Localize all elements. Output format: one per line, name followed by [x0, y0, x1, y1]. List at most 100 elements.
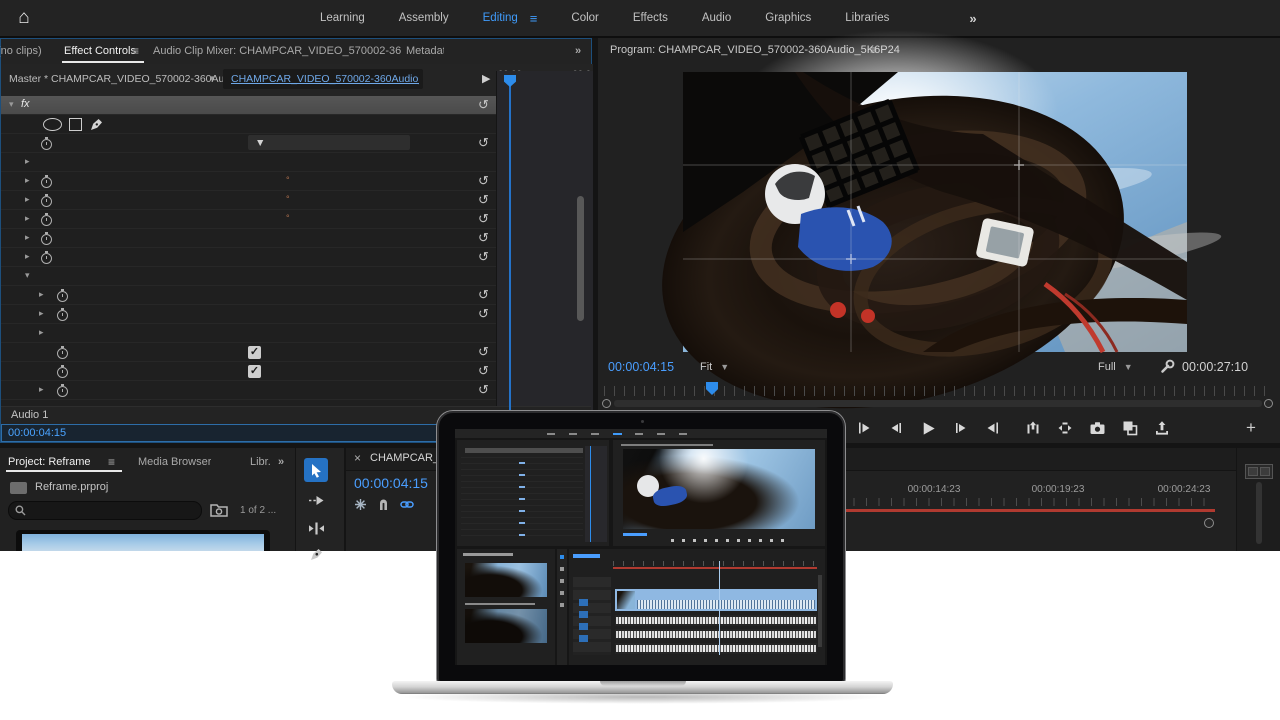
workspace-tab-editing[interactable]: Editing [483, 12, 518, 24]
effect-param-x-offset-camera[interactable]: ▸↺ [1, 286, 496, 305]
chevron-down-icon[interactable]: ▾ [25, 270, 30, 281]
chevron-right-icon[interactable]: ▸ [39, 327, 44, 338]
program-scrollbar[interactable] [614, 400, 1262, 407]
workspace-tab-color[interactable]: Color [571, 12, 598, 24]
stopwatch-icon[interactable] [41, 139, 52, 150]
reset-icon[interactable]: ↺ [478, 249, 489, 265]
reset-icon[interactable]: ↺ [478, 363, 489, 379]
stopwatch-icon[interactable] [41, 253, 52, 264]
reset-icon[interactable]: ↺ [478, 382, 489, 398]
zoom-level-select[interactable]: Fit▼ [700, 361, 729, 373]
search-bin-icon[interactable] [210, 502, 228, 517]
scrollbar-right-end[interactable] [1264, 399, 1273, 408]
project-file-name[interactable]: Reframe.prproj [35, 481, 108, 493]
button-editor-plus-icon[interactable]: + [1246, 418, 1256, 438]
reset-icon[interactable]: ↺ [478, 173, 489, 189]
workspace-tab-learning[interactable]: Learning [320, 12, 365, 24]
scrollbar-left-end[interactable] [602, 399, 611, 408]
workspace-tab-assembly[interactable]: Assembly [399, 12, 449, 24]
stopwatch-icon[interactable] [41, 177, 52, 188]
program-timecode[interactable]: 00:00:04:15 [608, 360, 674, 374]
reset-icon[interactable]: ↺ [478, 344, 489, 360]
stopwatch-icon[interactable] [57, 291, 68, 302]
effect-group-advanced-controls[interactable]: ▾ [1, 267, 496, 286]
effect-param-rotate-camera[interactable]: ▸°↺ [1, 210, 496, 229]
stopwatch-icon[interactable] [57, 348, 68, 359]
effect-group-source-operations[interactable]: ▸ [1, 153, 496, 172]
effect-param-lens-curve-camera[interactable]: ▸↺ [1, 229, 496, 248]
timeline-scrollbar-end[interactable] [1204, 518, 1214, 528]
tab-effect-controls[interactable]: Effect Controls [64, 39, 136, 63]
selection-tool[interactable] [304, 458, 328, 482]
lift-icon[interactable] [1025, 420, 1041, 436]
track-select-forward-tool[interactable] [304, 488, 328, 512]
effect-controls-scrollbar[interactable] [577, 196, 584, 321]
settings-wrench-icon[interactable] [1160, 359, 1175, 374]
timeline-timecode[interactable]: 00:00:04:15 [354, 475, 428, 491]
workspace-tab-audio[interactable]: Audio [702, 12, 731, 24]
chevron-right-icon[interactable]: ▸ [25, 251, 30, 262]
ripple-edit-tool[interactable] [304, 516, 328, 540]
step-back-icon[interactable] [888, 420, 904, 436]
chevron-right-icon[interactable]: ▸ [39, 289, 44, 300]
go-to-in-icon[interactable] [856, 420, 872, 436]
stopwatch-icon[interactable] [41, 234, 52, 245]
extract-icon[interactable] [1057, 420, 1073, 436]
effect-param-zoom-camera[interactable]: ▸↺ [1, 248, 496, 267]
workspace-menu-icon[interactable]: ≡ [530, 11, 538, 26]
timeline-vertical-scrollbar[interactable] [1256, 482, 1262, 544]
go-to-out-icon[interactable] [985, 420, 1001, 436]
nest-sequence-icon[interactable] [354, 498, 367, 511]
left-panel-overflow-chevron[interactable]: » [575, 39, 581, 63]
workspace-tab-graphics[interactable]: Graphics [765, 12, 811, 24]
chevron-right-icon[interactable]: ▸ [39, 308, 44, 319]
chevron-down-icon[interactable]: ▾ [9, 99, 14, 110]
step-forward-icon[interactable] [953, 420, 969, 436]
project-overflow-chevron[interactable]: » [278, 450, 284, 474]
tab-metadata[interactable]: Metadat [406, 39, 444, 63]
effect-param-motion-blur[interactable]: ✓↺ [1, 362, 496, 381]
reset-icon[interactable]: ↺ [478, 211, 489, 227]
checkbox-checked[interactable]: ✓ [248, 365, 261, 378]
track-height-preset-box[interactable] [1245, 464, 1273, 479]
mask-shape-row[interactable] [1, 115, 496, 134]
stopwatch-icon[interactable] [57, 386, 68, 397]
comparison-view-icon[interactable] [1122, 420, 1138, 436]
reset-icon[interactable]: ↺ [478, 306, 489, 322]
home-icon[interactable]: ⌂ [12, 7, 36, 29]
stopwatch-icon[interactable] [57, 310, 68, 321]
chevron-down-icon[interactable]: ▼ [208, 74, 216, 83]
stopwatch-icon[interactable] [41, 196, 52, 207]
effect-group-second-camera[interactable]: ▸ [1, 324, 496, 343]
reset-icon[interactable]: ↺ [478, 97, 489, 113]
effect-param-pan-camera[interactable]: ▸°↺ [1, 172, 496, 191]
tab-media-browser[interactable]: Media Browser [138, 450, 211, 474]
linked-selection-icon[interactable] [400, 498, 414, 511]
workspace-tab-libraries[interactable]: Libraries [845, 12, 889, 24]
program-scrub-ruler[interactable] [604, 386, 1272, 396]
clip-thumbnail-frame[interactable] [16, 530, 270, 551]
stopwatch-icon[interactable] [41, 215, 52, 226]
chevron-right-icon[interactable]: ▸ [39, 384, 44, 395]
checkbox-checked[interactable]: ✓ [248, 346, 261, 359]
reset-icon[interactable]: ↺ [478, 287, 489, 303]
panel-menu-icon[interactable]: ≡ [132, 45, 139, 59]
reset-icon[interactable]: ↺ [478, 135, 489, 151]
effect-param-sync-keyframes[interactable]: ✓↺ [1, 343, 496, 362]
chevron-right-icon[interactable]: ▸ [25, 232, 30, 243]
chevron-right-icon[interactable]: ▸ [25, 194, 30, 205]
effect-header-gopro-fx-reframe[interactable]: ▾fx↺ [1, 96, 496, 115]
effect-param-projection[interactable]: ▼↺ [1, 134, 496, 153]
workspace-overflow-chevron[interactable]: » [969, 11, 976, 26]
tab-libraries[interactable]: Libr. [250, 450, 271, 474]
reset-icon[interactable]: ↺ [478, 192, 489, 208]
program-video-frame[interactable] [683, 72, 1187, 352]
rect-mask-icon[interactable] [69, 118, 82, 131]
export-icon[interactable] [1154, 420, 1170, 436]
pen-tool[interactable] [304, 542, 328, 566]
tab-audio-clip-mixer[interactable]: Audio Clip Mixer: CHAMPCAR_VIDEO_570002-… [153, 39, 401, 63]
close-icon[interactable]: × [354, 451, 361, 465]
play-clip-icon[interactable]: ▶ [482, 72, 490, 85]
workspace-tab-effects[interactable]: Effects [633, 12, 668, 24]
search-input[interactable] [8, 501, 202, 520]
